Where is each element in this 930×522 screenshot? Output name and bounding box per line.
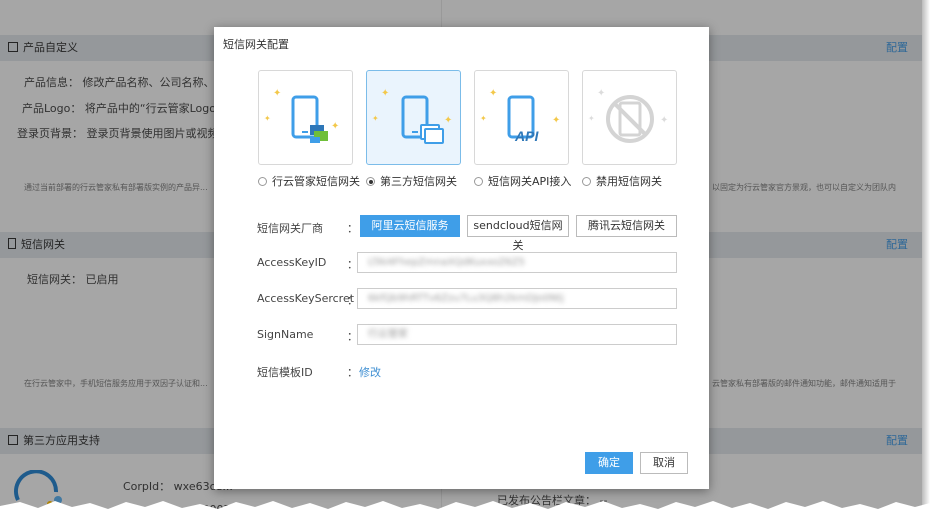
radio-api[interactable]: 短信网关API接入 — [474, 173, 571, 189]
svg-text:✦: ✦ — [597, 88, 605, 99]
dialog-title: 短信网关配置 — [223, 38, 289, 51]
svg-text:✦: ✦ — [588, 114, 595, 123]
access-key-id-label: AccessKeyID — [257, 256, 327, 269]
sign-name-label: SignName — [257, 328, 314, 341]
radio-third-party[interactable]: 第三方短信网关 — [366, 173, 457, 189]
sms-gateway-dialog: 短信网关配置 ✦ ✦ ✦ ✦ ✦ ✦ ✦ ✦ ✦ API ✦ ✦ ✦ 行云管家短… — [214, 27, 709, 489]
radio-disabled[interactable]: 禁用短信网关 — [582, 173, 662, 189]
svg-text:✦: ✦ — [381, 88, 389, 99]
radio-xingyun[interactable]: 行云管家短信网关 — [258, 173, 360, 189]
svg-text:✦: ✦ — [273, 88, 281, 99]
vendor-label: 短信网关厂商 — [257, 222, 323, 235]
radio-dot — [582, 177, 591, 186]
gateway-option-api[interactable]: ✦ ✦ ✦ API — [474, 70, 569, 165]
vendor-aliyun-button[interactable]: 阿里云短信服务 — [360, 215, 460, 237]
gateway-option-third-party[interactable]: ✦ ✦ ✦ — [366, 70, 461, 165]
svg-text:✦: ✦ — [660, 115, 668, 126]
access-key-secret-label: AccessKeySercret — [257, 292, 355, 305]
colon: ： — [347, 366, 358, 379]
access-key-id-input[interactable]: LTAI4FhepZmnaXQdKuxxoZ6Z5 — [357, 252, 677, 273]
radio-dot — [258, 177, 267, 186]
phone-disabled-icon: ✦ ✦ ✦ — [588, 88, 668, 143]
template-id-label: 短信模板ID — [257, 366, 313, 379]
torn-edge — [0, 501, 930, 522]
svg-text:✦: ✦ — [552, 115, 560, 126]
svg-text:✦: ✦ — [372, 114, 379, 123]
confirm-button[interactable]: 确定 — [585, 452, 633, 474]
colon: ： — [347, 222, 358, 235]
svg-text:✦: ✦ — [264, 114, 271, 123]
page-edge-shadow — [922, 0, 930, 522]
vendor-tencent-button[interactable]: 腾讯云短信网关 — [576, 215, 677, 237]
phone-api-icon: ✦ ✦ ✦ API — [480, 88, 560, 144]
cancel-button[interactable]: 取消 — [640, 452, 688, 474]
api-badge: API — [514, 128, 539, 144]
svg-text:✦: ✦ — [444, 115, 452, 126]
radio-dot — [366, 177, 375, 186]
radio-dot — [474, 177, 483, 186]
access-key-secret-input[interactable]: 6kfQb9hRTTv6Zzu7Lu3Q8h2kmDJo0Ntj — [357, 288, 677, 309]
svg-text:✦: ✦ — [331, 121, 339, 132]
gateway-option-xingyun[interactable]: ✦ ✦ ✦ — [258, 70, 353, 165]
sign-name-input[interactable]: 行云管家 — [357, 324, 677, 345]
vendor-sendcloud-button[interactable]: sendcloud短信网关 — [467, 215, 569, 252]
edit-template-link[interactable]: 修改 — [359, 364, 381, 380]
gateway-option-disabled[interactable]: ✦ ✦ ✦ — [582, 70, 677, 165]
svg-text:✦: ✦ — [489, 88, 497, 99]
phone-cards-icon: ✦ ✦ ✦ — [372, 88, 452, 144]
phone-cloud-icon: ✦ ✦ ✦ — [264, 88, 339, 143]
svg-text:✦: ✦ — [480, 114, 487, 123]
